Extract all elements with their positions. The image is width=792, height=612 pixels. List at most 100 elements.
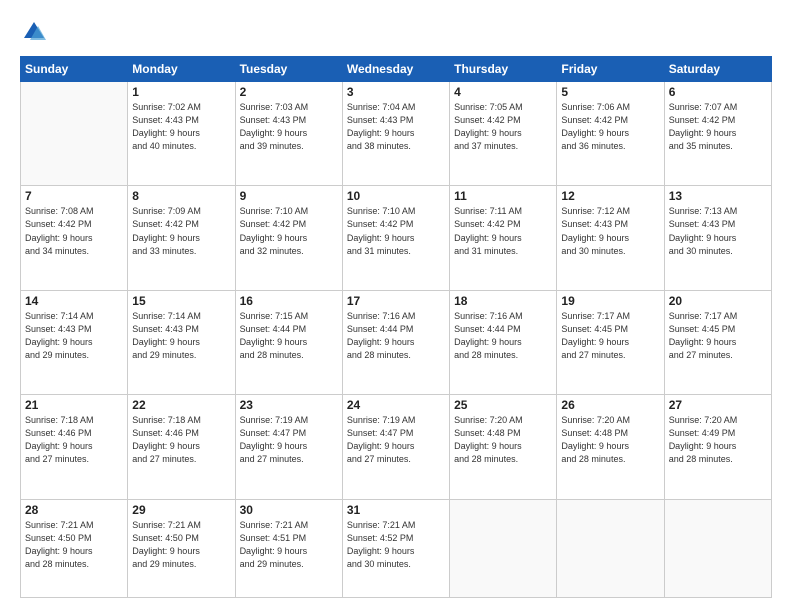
day-info: Sunrise: 7:13 AMSunset: 4:43 PMDaylight:…: [669, 205, 767, 257]
day-number: 24: [347, 398, 445, 412]
day-number: 3: [347, 85, 445, 99]
day-info: Sunrise: 7:19 AMSunset: 4:47 PMDaylight:…: [240, 414, 338, 466]
day-cell: 26 Sunrise: 7:20 AMSunset: 4:48 PMDayligh…: [557, 395, 664, 499]
day-cell: 15 Sunrise: 7:14 AMSunset: 4:43 PMDayligh…: [128, 290, 235, 394]
day-info: Sunrise: 7:21 AMSunset: 4:50 PMDaylight:…: [25, 519, 123, 571]
col-header-sunday: Sunday: [21, 57, 128, 82]
day-number: 5: [561, 85, 659, 99]
day-number: 11: [454, 189, 552, 203]
day-info: Sunrise: 7:20 AMSunset: 4:48 PMDaylight:…: [454, 414, 552, 466]
day-cell: 31 Sunrise: 7:21 AMSunset: 4:52 PMDayligh…: [342, 499, 449, 597]
calendar-header-row: SundayMondayTuesdayWednesdayThursdayFrid…: [21, 57, 772, 82]
day-number: 31: [347, 503, 445, 517]
day-cell: 9Sunrise: 7:10 AMSunset: 4:42 PMDaylight…: [235, 186, 342, 290]
day-number: 21: [25, 398, 123, 412]
logo-icon: [20, 18, 48, 46]
day-info: Sunrise: 7:03 AMSunset: 4:43 PMDaylight:…: [240, 101, 338, 153]
day-cell: [450, 499, 557, 597]
day-info: Sunrise: 7:21 AMSunset: 4:51 PMDaylight:…: [240, 519, 338, 571]
day-cell: 24 Sunrise: 7:19 AMSunset: 4:47 PMDayligh…: [342, 395, 449, 499]
col-header-tuesday: Tuesday: [235, 57, 342, 82]
day-cell: 13 Sunrise: 7:13 AMSunset: 4:43 PMDayligh…: [664, 186, 771, 290]
day-info: Sunrise: 7:02 AMSunset: 4:43 PMDaylight:…: [132, 101, 230, 153]
day-number: 29: [132, 503, 230, 517]
day-cell: 20Sunrise: 7:17 AMSunset: 4:45 PMDayligh…: [664, 290, 771, 394]
day-info: Sunrise: 7:21 AMSunset: 4:52 PMDaylight:…: [347, 519, 445, 571]
day-number: 10: [347, 189, 445, 203]
day-number: 13: [669, 189, 767, 203]
day-info: Sunrise: 7:21 AMSunset: 4:50 PMDaylight:…: [132, 519, 230, 571]
col-header-thursday: Thursday: [450, 57, 557, 82]
day-info: Sunrise: 7:14 AMSunset: 4:43 PMDaylight:…: [132, 310, 230, 362]
day-number: 23: [240, 398, 338, 412]
day-number: 15: [132, 294, 230, 308]
day-cell: 11 Sunrise: 7:11 AMSunset: 4:42 PMDayligh…: [450, 186, 557, 290]
header: [20, 18, 772, 46]
day-number: 18: [454, 294, 552, 308]
day-number: 22: [132, 398, 230, 412]
day-info: Sunrise: 7:14 AMSunset: 4:43 PMDaylight:…: [25, 310, 123, 362]
day-cell: 21 Sunrise: 7:18 AMSunset: 4:46 PMDayligh…: [21, 395, 128, 499]
day-info: Sunrise: 7:18 AMSunset: 4:46 PMDaylight:…: [132, 414, 230, 466]
day-info: Sunrise: 7:05 AMSunset: 4:42 PMDaylight:…: [454, 101, 552, 153]
day-cell: 25 Sunrise: 7:20 AMSunset: 4:48 PMDayligh…: [450, 395, 557, 499]
day-cell: 12 Sunrise: 7:12 AMSunset: 4:43 PMDayligh…: [557, 186, 664, 290]
col-header-wednesday: Wednesday: [342, 57, 449, 82]
day-number: 6: [669, 85, 767, 99]
day-number: 9: [240, 189, 338, 203]
day-cell: 22 Sunrise: 7:18 AMSunset: 4:46 PMDayligh…: [128, 395, 235, 499]
day-cell: 27Sunrise: 7:20 AMSunset: 4:49 PMDayligh…: [664, 395, 771, 499]
day-info: Sunrise: 7:16 AMSunset: 4:44 PMDaylight:…: [347, 310, 445, 362]
day-info: Sunrise: 7:10 AMSunset: 4:42 PMDaylight:…: [347, 205, 445, 257]
day-info: Sunrise: 7:06 AMSunset: 4:42 PMDaylight:…: [561, 101, 659, 153]
page: SundayMondayTuesdayWednesdayThursdayFrid…: [0, 0, 792, 612]
week-row-4: 21 Sunrise: 7:18 AMSunset: 4:46 PMDayligh…: [21, 395, 772, 499]
col-header-friday: Friday: [557, 57, 664, 82]
day-number: 16: [240, 294, 338, 308]
day-cell: 19 Sunrise: 7:17 AMSunset: 4:45 PMDayligh…: [557, 290, 664, 394]
day-number: 27: [669, 398, 767, 412]
day-cell: [21, 82, 128, 186]
day-cell: 30 Sunrise: 7:21 AMSunset: 4:51 PMDayligh…: [235, 499, 342, 597]
day-number: 1: [132, 85, 230, 99]
day-cell: [664, 499, 771, 597]
day-cell: 17 Sunrise: 7:16 AMSunset: 4:44 PMDayligh…: [342, 290, 449, 394]
day-number: 17: [347, 294, 445, 308]
week-row-3: 14Sunrise: 7:14 AMSunset: 4:43 PMDayligh…: [21, 290, 772, 394]
col-header-monday: Monday: [128, 57, 235, 82]
day-cell: 6Sunrise: 7:07 AMSunset: 4:42 PMDaylight…: [664, 82, 771, 186]
day-info: Sunrise: 7:11 AMSunset: 4:42 PMDaylight:…: [454, 205, 552, 257]
col-header-saturday: Saturday: [664, 57, 771, 82]
day-cell: [557, 499, 664, 597]
day-cell: 8Sunrise: 7:09 AMSunset: 4:42 PMDaylight…: [128, 186, 235, 290]
day-info: Sunrise: 7:19 AMSunset: 4:47 PMDaylight:…: [347, 414, 445, 466]
day-number: 25: [454, 398, 552, 412]
day-cell: 5 Sunrise: 7:06 AMSunset: 4:42 PMDaylight…: [557, 82, 664, 186]
day-info: Sunrise: 7:17 AMSunset: 4:45 PMDaylight:…: [561, 310, 659, 362]
day-info: Sunrise: 7:04 AMSunset: 4:43 PMDaylight:…: [347, 101, 445, 153]
day-number: 30: [240, 503, 338, 517]
day-cell: 4 Sunrise: 7:05 AMSunset: 4:42 PMDaylight…: [450, 82, 557, 186]
day-number: 4: [454, 85, 552, 99]
day-cell: 16 Sunrise: 7:15 AMSunset: 4:44 PMDayligh…: [235, 290, 342, 394]
day-number: 7: [25, 189, 123, 203]
logo: [20, 18, 52, 46]
week-row-5: 28 Sunrise: 7:21 AMSunset: 4:50 PMDayligh…: [21, 499, 772, 597]
day-info: Sunrise: 7:08 AMSunset: 4:42 PMDaylight:…: [25, 205, 123, 257]
day-cell: 10 Sunrise: 7:10 AMSunset: 4:42 PMDayligh…: [342, 186, 449, 290]
day-cell: 3 Sunrise: 7:04 AMSunset: 4:43 PMDaylight…: [342, 82, 449, 186]
day-cell: 1 Sunrise: 7:02 AMSunset: 4:43 PMDaylight…: [128, 82, 235, 186]
day-info: Sunrise: 7:20 AMSunset: 4:48 PMDaylight:…: [561, 414, 659, 466]
day-number: 26: [561, 398, 659, 412]
day-number: 8: [132, 189, 230, 203]
day-cell: 29 Sunrise: 7:21 AMSunset: 4:50 PMDayligh…: [128, 499, 235, 597]
day-info: Sunrise: 7:16 AMSunset: 4:44 PMDaylight:…: [454, 310, 552, 362]
day-number: 28: [25, 503, 123, 517]
day-info: Sunrise: 7:15 AMSunset: 4:44 PMDaylight:…: [240, 310, 338, 362]
day-number: 19: [561, 294, 659, 308]
day-cell: 2Sunrise: 7:03 AMSunset: 4:43 PMDaylight…: [235, 82, 342, 186]
day-cell: 7 Sunrise: 7:08 AMSunset: 4:42 PMDaylight…: [21, 186, 128, 290]
day-info: Sunrise: 7:18 AMSunset: 4:46 PMDaylight:…: [25, 414, 123, 466]
day-number: 12: [561, 189, 659, 203]
day-info: Sunrise: 7:12 AMSunset: 4:43 PMDaylight:…: [561, 205, 659, 257]
